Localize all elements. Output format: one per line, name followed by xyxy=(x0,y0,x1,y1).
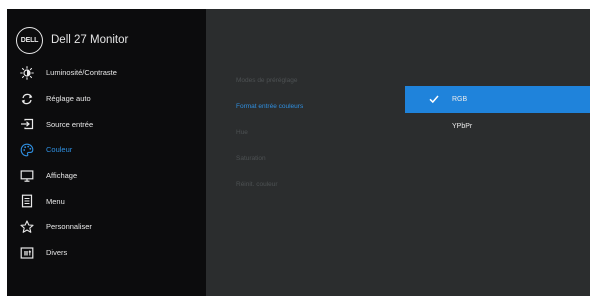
star-icon xyxy=(20,220,34,234)
menu-item-input-source[interactable]: Source entrée xyxy=(7,111,206,137)
menu-item-personalize[interactable]: Personnaliser xyxy=(7,214,206,240)
menu-item-label: Affichage xyxy=(46,171,78,181)
menu-item-auto-adjust[interactable]: Réglage auto xyxy=(7,86,206,112)
monitor-title: Dell 27 Monitor xyxy=(51,34,129,46)
menu-item-label: Luminosité/Contraste xyxy=(46,68,117,78)
menu-item-brightness-contrast[interactable]: Luminosité/Contraste xyxy=(7,60,206,86)
input-source-icon xyxy=(20,117,34,131)
submenu-item-saturation[interactable]: Saturation xyxy=(236,145,303,171)
menu-item-color[interactable]: Couleur xyxy=(7,137,206,163)
option-ypbpr[interactable]: YPbPr xyxy=(405,113,590,140)
menu-item-label: Réglage auto xyxy=(46,94,91,104)
menu-item-label: Couleur xyxy=(46,145,73,155)
monitor-osd: DELL Dell 27 Monitor Luminosité/Contrast… xyxy=(7,9,590,296)
submenu-item-reset-color[interactable]: Réinit. couleur xyxy=(236,171,303,197)
auto-adjust-icon xyxy=(20,92,34,106)
option-label: RGB xyxy=(452,96,468,103)
osd-header: DELL Dell 27 Monitor xyxy=(16,26,128,54)
submenu-item-input-color-format[interactable]: Format entrée couleurs xyxy=(236,93,303,119)
menu-icon xyxy=(20,194,34,208)
dell-logo: DELL xyxy=(16,26,43,54)
menu-item-others[interactable]: Divers xyxy=(7,240,206,266)
option-label: YPbPr xyxy=(452,123,473,130)
menu-item-label: Divers xyxy=(46,248,68,258)
menu-item-menu[interactable]: Menu xyxy=(7,188,206,214)
main-menu: Luminosité/Contraste Réglage auto Source… xyxy=(7,60,206,266)
others-icon xyxy=(20,246,34,260)
submenu-item-preset-modes[interactable]: Modes de préréglage xyxy=(236,67,303,93)
color-format-options: RGB YPbPr xyxy=(405,86,590,140)
submenu-item-hue[interactable]: Hue xyxy=(236,119,303,145)
brightness-icon xyxy=(20,65,34,80)
dell-logo-text: DELL xyxy=(20,36,39,44)
palette-icon xyxy=(20,143,34,157)
option-rgb[interactable]: RGB xyxy=(405,86,590,113)
menu-item-label: Personnaliser xyxy=(46,222,92,232)
color-submenu: Modes de préréglage Format entrée couleu… xyxy=(236,67,303,197)
display-icon xyxy=(20,169,34,183)
osd-sidebar: DELL Dell 27 Monitor Luminosité/Contrast… xyxy=(7,9,206,296)
menu-item-label: Source entrée xyxy=(46,119,94,129)
menu-item-display[interactable]: Affichage xyxy=(7,163,206,189)
checkmark-icon xyxy=(428,93,440,105)
menu-item-label: Menu xyxy=(46,196,65,206)
